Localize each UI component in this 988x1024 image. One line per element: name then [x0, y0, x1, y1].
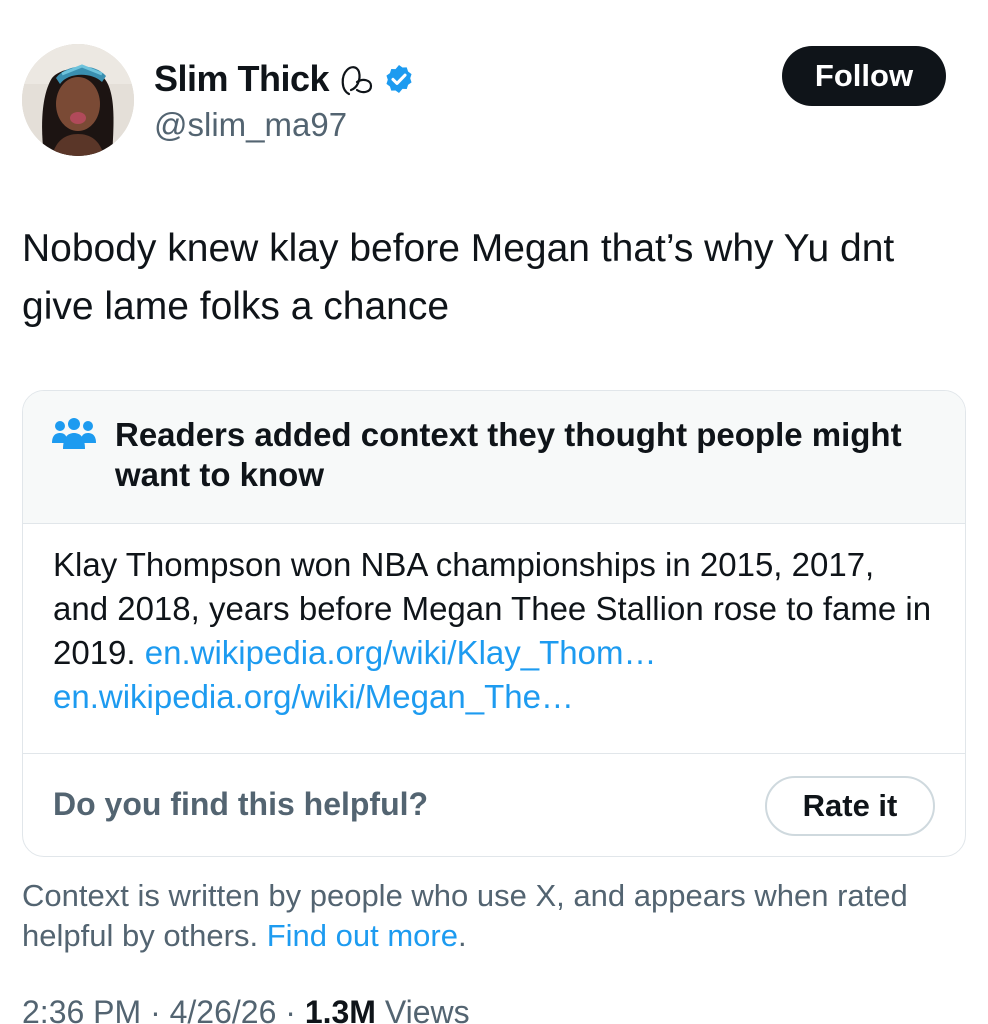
community-note-header: Readers added context they thought peopl…: [23, 391, 965, 524]
meta-separator-2: ·: [285, 994, 296, 1024]
helpful-question: Do you find this helpful?: [53, 786, 429, 822]
avatar[interactable]: [22, 44, 134, 156]
disclaimer-period: .: [457, 918, 467, 953]
wikipedia-link-megan[interactable]: en.wikipedia.org/wiki/Megan_The…: [53, 678, 574, 715]
display-name[interactable]: Slim Thick: [154, 58, 330, 100]
find-out-more-link[interactable]: Find out more: [267, 918, 458, 953]
verified-badge-icon[interactable]: [383, 63, 415, 95]
peach-outline-emoji-icon: [337, 60, 375, 98]
views-count: 1.3M: [304, 994, 376, 1024]
notes-disclaimer: Context is written by people who use X, …: [22, 876, 952, 956]
people-group-icon: [51, 417, 97, 451]
community-note-body: Klay Thompson won NBA championships in 2…: [53, 543, 933, 719]
rate-it-button[interactable]: Rate it: [765, 776, 935, 836]
follow-button[interactable]: Follow: [782, 46, 946, 106]
wikipedia-link-klay[interactable]: en.wikipedia.org/wiki/Klay_Thom…: [145, 634, 657, 671]
tweet-date[interactable]: 4/26/26: [170, 994, 277, 1024]
user-handle[interactable]: @slim_ma97: [154, 106, 347, 144]
user-name-row[interactable]: Slim Thick: [154, 58, 415, 100]
views-label: Views: [384, 994, 470, 1024]
avatar-image: [22, 44, 134, 156]
tweet-time[interactable]: 2:36 PM: [22, 994, 141, 1024]
meta-separator: ·: [150, 994, 161, 1024]
tweet-header: Slim Thick @slim_ma97 Follow: [22, 44, 946, 156]
tweet-text: Nobody knew klay before Megan that’s why…: [22, 227, 895, 328]
tweet-meta: 2:36 PM · 4/26/26 · 1.3M Views: [22, 994, 470, 1024]
community-note-footer: Do you find this helpful? Rate it: [23, 753, 965, 856]
community-note-title: Readers added context they thought peopl…: [115, 416, 902, 493]
community-note-card: Readers added context they thought peopl…: [22, 390, 966, 857]
